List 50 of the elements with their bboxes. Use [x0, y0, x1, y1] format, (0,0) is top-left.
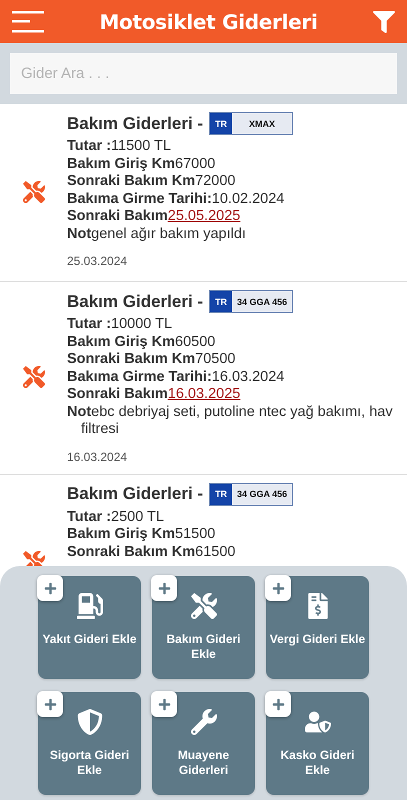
search-field[interactable]: Gider Ara . . . [10, 53, 397, 94]
user-shield-icon [304, 709, 330, 735]
menu-icon [12, 10, 44, 32]
add-expense-tile[interactable]: Yakıt Gideri Ekle [38, 576, 141, 679]
note-line: Notebc debriyaj seti, putoline ntec yağ bakımı, hav [67, 404, 393, 421]
note-line: Notgenel ağır bakım yapıldı [67, 226, 247, 243]
plus-icon [151, 575, 177, 601]
detail-line: Bakıma Girme Tarihi:16.03.2024 [67, 368, 286, 386]
wrench-icon [190, 709, 216, 735]
detail-line: Tutar :11500 TL [67, 138, 172, 156]
detail-line: Sonraki Bakım Km70500 [67, 351, 236, 368]
note-continuation: filtresi [80, 421, 120, 438]
expense-date: 16.03.2024 [67, 450, 128, 464]
detail-line: Bakım Giriş Km67000 [67, 156, 216, 173]
date-link[interactable]: 25.05.2025 [168, 208, 240, 224]
detail-line: Tutar :10000 TL [67, 316, 174, 334]
tools-icon [190, 593, 216, 619]
add-expense-tile[interactable]: Muayene Giderleri [152, 692, 255, 795]
add-expense-tile[interactable]: Sigorta Gideri Ekle [38, 692, 141, 795]
add-expense-tile[interactable]: Vergi Gideri Ekle [266, 576, 369, 679]
detail-line: Bakıma Girme Tarihi:10.02.2024 [67, 190, 286, 208]
fuel-pump-icon [76, 593, 102, 619]
plus-icon [37, 575, 63, 601]
add-expense-tile[interactable]: Kasko Gideri Ekle [266, 692, 369, 795]
tools-icon [22, 366, 44, 388]
detail-line: Sonraki Bakım Km61500 [67, 544, 236, 561]
plus-icon [151, 691, 177, 717]
expense-title: Bakım Giderleri - [67, 114, 204, 134]
tools-icon [22, 180, 44, 202]
plus-icon [265, 691, 291, 717]
detail-line: Bakım Giriş Km51500 [67, 526, 216, 544]
expense-title: Bakım Giderleri - [67, 484, 204, 504]
plus-icon [37, 691, 63, 717]
filter-button[interactable] [372, 10, 395, 32]
plus-icon [265, 575, 291, 601]
license-plate: TR 34 GGA 456 [209, 290, 294, 313]
next-service-line: Sonraki Bakım25.05.2025 [67, 208, 242, 226]
date-link[interactable]: 16.03.2025 [168, 386, 240, 402]
expense-date: 25.03.2024 [67, 254, 128, 268]
app-title: Motosiklet Giderleri [99, 10, 318, 34]
license-plate: TR 34 GGA 456 [209, 482, 294, 506]
detail-line: Bakım Giriş Km60500 [67, 334, 216, 351]
detail-line: Tutar :2500 TL [67, 508, 165, 526]
menu-button[interactable] [12, 10, 44, 32]
next-service-line: Sonraki Bakım16.03.2025 [67, 386, 242, 404]
expense-title: Bakım Giderleri - [67, 292, 204, 312]
detail-line: Sonraki Bakım Km72000 [67, 173, 236, 190]
add-expense-tile[interactable]: Bakım Gideri Ekle [152, 576, 255, 679]
license-plate: TR XMAX [209, 112, 294, 135]
shield-icon [76, 709, 102, 735]
